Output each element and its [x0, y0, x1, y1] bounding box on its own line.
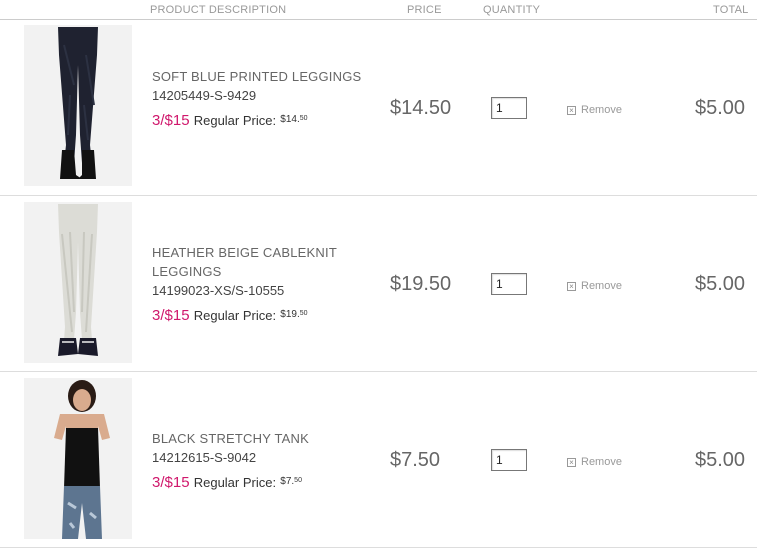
deal-price: 3/$15 [152, 112, 190, 129]
regular-price: $19. [280, 309, 300, 320]
product-sku: 14199023-XS/S-10555 [152, 283, 285, 298]
unit-price: $7.50 [390, 449, 441, 471]
deal-line: 3/$15 Regular Price: $19.50 [152, 304, 362, 326]
product-sku: 14212615-S-9042 [152, 450, 257, 465]
product-name[interactable]: SOFT BLUE PRINTED LEGGINGS [152, 67, 362, 86]
regular-price-cents: 50 [294, 477, 302, 484]
close-icon: × [567, 281, 576, 291]
cart-header: PRODUCT DESCRIPTION PRICE QUANTITY TOTAL [0, 0, 757, 20]
product-image-leggings-beige[interactable] [24, 202, 132, 363]
quantity-input[interactable] [491, 273, 527, 295]
remove-label: Remove [581, 456, 622, 468]
remove-label: Remove [581, 280, 622, 292]
unit-price: $19.50 [390, 273, 452, 295]
remove-label: Remove [581, 104, 622, 116]
beige-leggings-photo [24, 202, 132, 363]
regular-price: $14. [280, 114, 300, 125]
regular-price-cents: 50 [299, 115, 308, 122]
product-info: SOFT BLUE PRINTED LEGGINGS 14205449-S-94… [152, 67, 362, 131]
line-total: $5.00 [695, 449, 746, 471]
dark-leggings-photo [24, 25, 132, 186]
product-name[interactable]: HEATHER BEIGE CABLEKNIT LEGGINGS [152, 243, 362, 281]
product-info: HEATHER BEIGE CABLEKNIT LEGGINGS 1419902… [152, 243, 362, 326]
regular-price-cents: 50 [299, 310, 308, 317]
product-sku: 14205449-S-9429 [152, 88, 257, 103]
regular-price: $7. [280, 476, 295, 487]
header-total: TOTAL [713, 4, 749, 16]
product-name[interactable]: BLACK STRETCHY TANK [152, 429, 362, 448]
deal-price: 3/$15 [152, 307, 190, 324]
cart-item-row: HEATHER BEIGE CABLEKNIT LEGGINGS 1419902… [0, 196, 757, 372]
quantity-input[interactable] [491, 449, 527, 471]
remove-button[interactable]: × Remove [567, 104, 622, 116]
deal-price: 3/$15 [152, 474, 190, 491]
deal-line: 3/$15 Regular Price: $14.50 [152, 109, 362, 131]
product-image-tank-black[interactable] [24, 378, 132, 539]
line-total: $5.00 [695, 97, 746, 119]
remove-button[interactable]: × Remove [567, 280, 622, 292]
header-product-description: PRODUCT DESCRIPTION [150, 4, 287, 16]
regular-price-label: Regular Price: [193, 113, 277, 128]
header-quantity: QUANTITY [483, 4, 541, 16]
regular-price-label: Regular Price: [193, 308, 277, 323]
black-tank-photo [24, 378, 132, 539]
remove-button[interactable]: × Remove [567, 456, 622, 468]
quantity-input[interactable] [491, 97, 527, 119]
header-price: PRICE [407, 4, 442, 16]
cart-item-row: SOFT BLUE PRINTED LEGGINGS 14205449-S-94… [0, 20, 757, 196]
product-image-leggings-blue[interactable] [24, 25, 132, 186]
line-total: $5.00 [695, 273, 746, 295]
deal-line: 3/$15 Regular Price: $7.50 [152, 471, 362, 493]
product-info: BLACK STRETCHY TANK 14212615-S-9042 3/$1… [152, 429, 362, 493]
regular-price-label: Regular Price: [193, 475, 277, 490]
unit-price: $14.50 [390, 97, 452, 119]
close-icon: × [567, 105, 576, 115]
cart-item-row: BLACK STRETCHY TANK 14212615-S-9042 3/$1… [0, 372, 757, 548]
close-icon: × [567, 457, 576, 467]
